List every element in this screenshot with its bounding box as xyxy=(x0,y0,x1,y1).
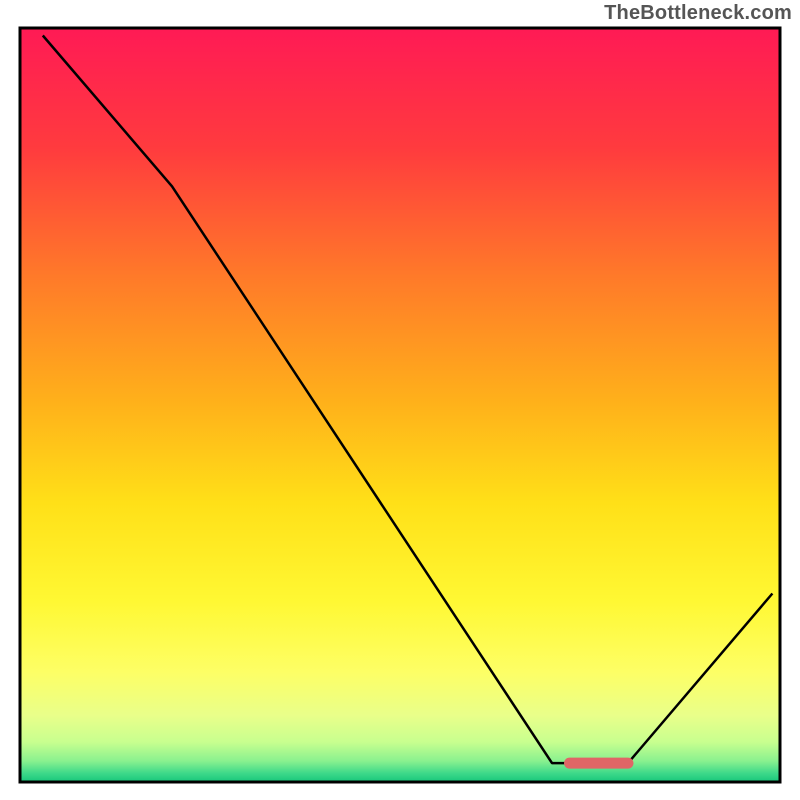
bottleneck-chart xyxy=(0,0,800,800)
chart-container: TheBottleneck.com xyxy=(0,0,800,800)
